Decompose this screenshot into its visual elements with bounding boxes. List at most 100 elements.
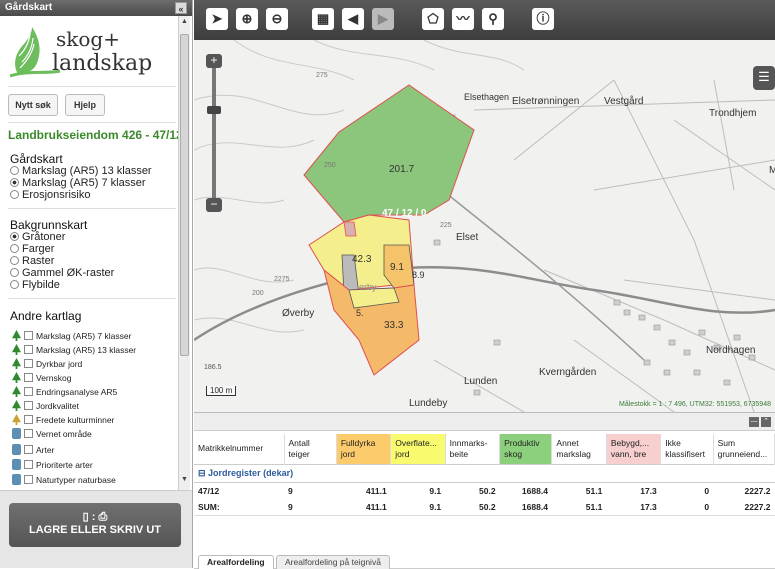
checkbox[interactable] — [24, 475, 33, 484]
info-icon[interactable]: ⓘ — [532, 8, 554, 30]
table-cell: 411.1 — [365, 501, 387, 512]
table-cell: 9 — [288, 485, 293, 496]
radio-icon[interactable] — [10, 166, 19, 175]
zoom-out-icon[interactable]: ⊖ — [266, 8, 288, 30]
measure-area-icon[interactable]: ⬠ — [422, 8, 444, 30]
column-header[interactable]: Fulldyrka jord — [336, 434, 392, 464]
table-row[interactable]: 47/12 9 411.1 9.1 50.2 1688.4 51.1 17.3 0 2227.2 — [194, 482, 775, 499]
layer-prioriterte-arter[interactable]: Prioriterte arter — [12, 459, 93, 472]
group-row[interactable]: ⊟ Jordregister (dekar) — [194, 463, 775, 483]
column-header[interactable]: Ikke klassifisert — [660, 434, 714, 464]
radio-icon[interactable] — [10, 268, 19, 277]
previous-extent-icon[interactable]: ◀ — [342, 8, 364, 30]
pointer-icon[interactable]: ➤ — [206, 8, 228, 30]
layer-fredete-kulturminner[interactable]: Fredete kulturminner — [12, 414, 114, 427]
option-flybilde[interactable]: Flybilde — [10, 280, 60, 291]
panel-scrollbar[interactable]: ▲ ▼ — [178, 16, 190, 490]
table-cell: 2227.2 — [744, 485, 771, 496]
column-header[interactable]: Bebygd,... vann, bre — [606, 434, 662, 464]
tab-arealfordeling-teig[interactable]: Arealfordeling på teignivå — [276, 555, 390, 569]
option-gammel-ok[interactable]: Gammel ØK-raster — [10, 268, 114, 279]
column-header[interactable]: Annet markslag — [551, 434, 607, 464]
monument-icon — [12, 414, 21, 425]
table-cell: 9.1 — [429, 485, 442, 496]
checkbox[interactable] — [24, 460, 33, 469]
zoom-track[interactable] — [212, 68, 216, 198]
nature-icon — [12, 428, 21, 439]
scroll-up-icon[interactable]: ▲ — [180, 18, 189, 30]
layer-naturtyper[interactable]: Naturtyper naturbase — [12, 474, 116, 487]
help-button[interactable]: Hjelp — [65, 94, 105, 116]
layer-jordkvalitet[interactable]: Jordkvalitet — [12, 400, 79, 413]
layer-arter[interactable]: Arter — [12, 444, 54, 457]
table-row[interactable]: SUM: 9 411.1 9.1 50.2 1688.4 51.1 17.3 0 2227.2 — [194, 499, 775, 515]
column-header[interactable]: Matrikkelnummer — [194, 434, 285, 464]
radio-icon[interactable] — [10, 280, 19, 289]
checkbox[interactable] — [24, 415, 33, 424]
next-extent-icon[interactable]: ▶ — [372, 8, 394, 30]
zoom-slider[interactable]: + − — [206, 54, 222, 212]
scrollbar-thumb[interactable] — [180, 34, 189, 356]
checkbox[interactable] — [24, 387, 33, 396]
maximize-icon[interactable]: ⌃ — [761, 417, 771, 427]
table-cell: 47/12 — [198, 485, 220, 496]
table-cell: 9.1 — [429, 501, 442, 512]
radio-icon[interactable] — [10, 190, 19, 199]
option-farger[interactable]: Farger — [10, 244, 54, 255]
andre-kartlag-heading: Andre kartlag — [10, 309, 82, 323]
tree-icon — [12, 400, 21, 411]
parcel-area-label: 9.1 — [390, 262, 404, 273]
checkbox[interactable] — [24, 359, 33, 368]
option-markslag-7[interactable]: Markslag (AR5) 7 klasser — [10, 178, 145, 189]
column-header[interactable]: Innmarks-beite — [445, 434, 501, 464]
full-extent-map-icon[interactable]: ▦ — [312, 8, 334, 30]
parcel-area-label: 8.9 — [412, 270, 425, 280]
checkbox[interactable] — [24, 401, 33, 410]
zoom-in-icon[interactable]: ⊕ — [236, 8, 258, 30]
radio-selected-icon[interactable] — [10, 232, 19, 241]
zoom-in-icon[interactable]: + — [206, 54, 222, 68]
save-print-button[interactable]: ▯ : ⎙ LAGRE ELLER SKRIV UT — [9, 503, 181, 547]
checkbox[interactable] — [24, 373, 33, 382]
option-markslag-13[interactable]: Markslag (AR5) 13 klasser — [10, 166, 152, 177]
measure-distance-icon[interactable]: 〰 — [452, 8, 474, 30]
place-label: Nordhagen — [706, 345, 756, 356]
pin-icon[interactable]: ⚲ — [482, 8, 504, 30]
radio-icon[interactable] — [10, 244, 19, 253]
layer-list-icon[interactable]: ☰ — [753, 66, 775, 90]
zoom-handle[interactable] — [207, 106, 221, 114]
collapse-panel-button[interactable]: « — [175, 2, 187, 14]
checkbox[interactable] — [24, 429, 33, 438]
layer-markslag-13[interactable]: Markslag (AR5) 13 klasser — [12, 344, 136, 357]
option-raster[interactable]: Raster — [10, 256, 54, 267]
layer-vernet-omrade[interactable]: Vernet område — [12, 428, 92, 441]
skog-landskap-logo: skog+ landskap — [9, 27, 152, 78]
zoom-out-icon[interactable]: − — [206, 198, 222, 212]
layer-dyrkbar-jord[interactable]: Dyrkbar jord — [12, 358, 82, 371]
column-header[interactable]: Overflate... jord — [390, 434, 446, 464]
place-label: Lundeby — [409, 398, 448, 409]
group-label[interactable]: ⊟ Jordregister (dekar) — [194, 463, 775, 483]
layer-endringsanalyse[interactable]: Endringsanalyse AR5 — [12, 386, 117, 399]
column-header[interactable]: Antall teiger — [284, 434, 337, 464]
option-erosjonsrisiko[interactable]: Erosjonsrisiko — [10, 190, 90, 201]
radio-icon[interactable] — [10, 256, 19, 265]
layer-vernskog[interactable]: Vernskog — [12, 372, 71, 385]
checkbox[interactable] — [24, 331, 33, 340]
tab-arealfordeling[interactable]: Arealfordeling — [198, 555, 274, 569]
layer-markslag-7[interactable]: Markslag (AR5) 7 klasser — [12, 330, 131, 343]
new-search-button[interactable]: Nytt søk — [8, 94, 58, 116]
scroll-down-icon[interactable]: ▼ — [180, 476, 189, 488]
checkbox[interactable] — [24, 345, 33, 354]
option-gratoner[interactable]: Gråtoner — [10, 232, 65, 243]
scale-bar: 100 m — [206, 386, 237, 396]
column-header[interactable]: Produktiv skog — [499, 434, 553, 464]
map-canvas[interactable]: Elsethagen Elsetrønningen Vestgård Trond… — [194, 40, 775, 412]
table-cell: 50.2 — [479, 501, 496, 512]
checkbox[interactable] — [24, 445, 33, 454]
device-print-icon: ▯ : ⎙ — [82, 511, 108, 523]
parcel-area-label: 42.3 — [352, 254, 372, 265]
minimize-icon[interactable]: — — [749, 417, 759, 427]
column-header[interactable]: Sum grunneiend... — [713, 434, 775, 464]
radio-selected-icon[interactable] — [10, 178, 19, 187]
